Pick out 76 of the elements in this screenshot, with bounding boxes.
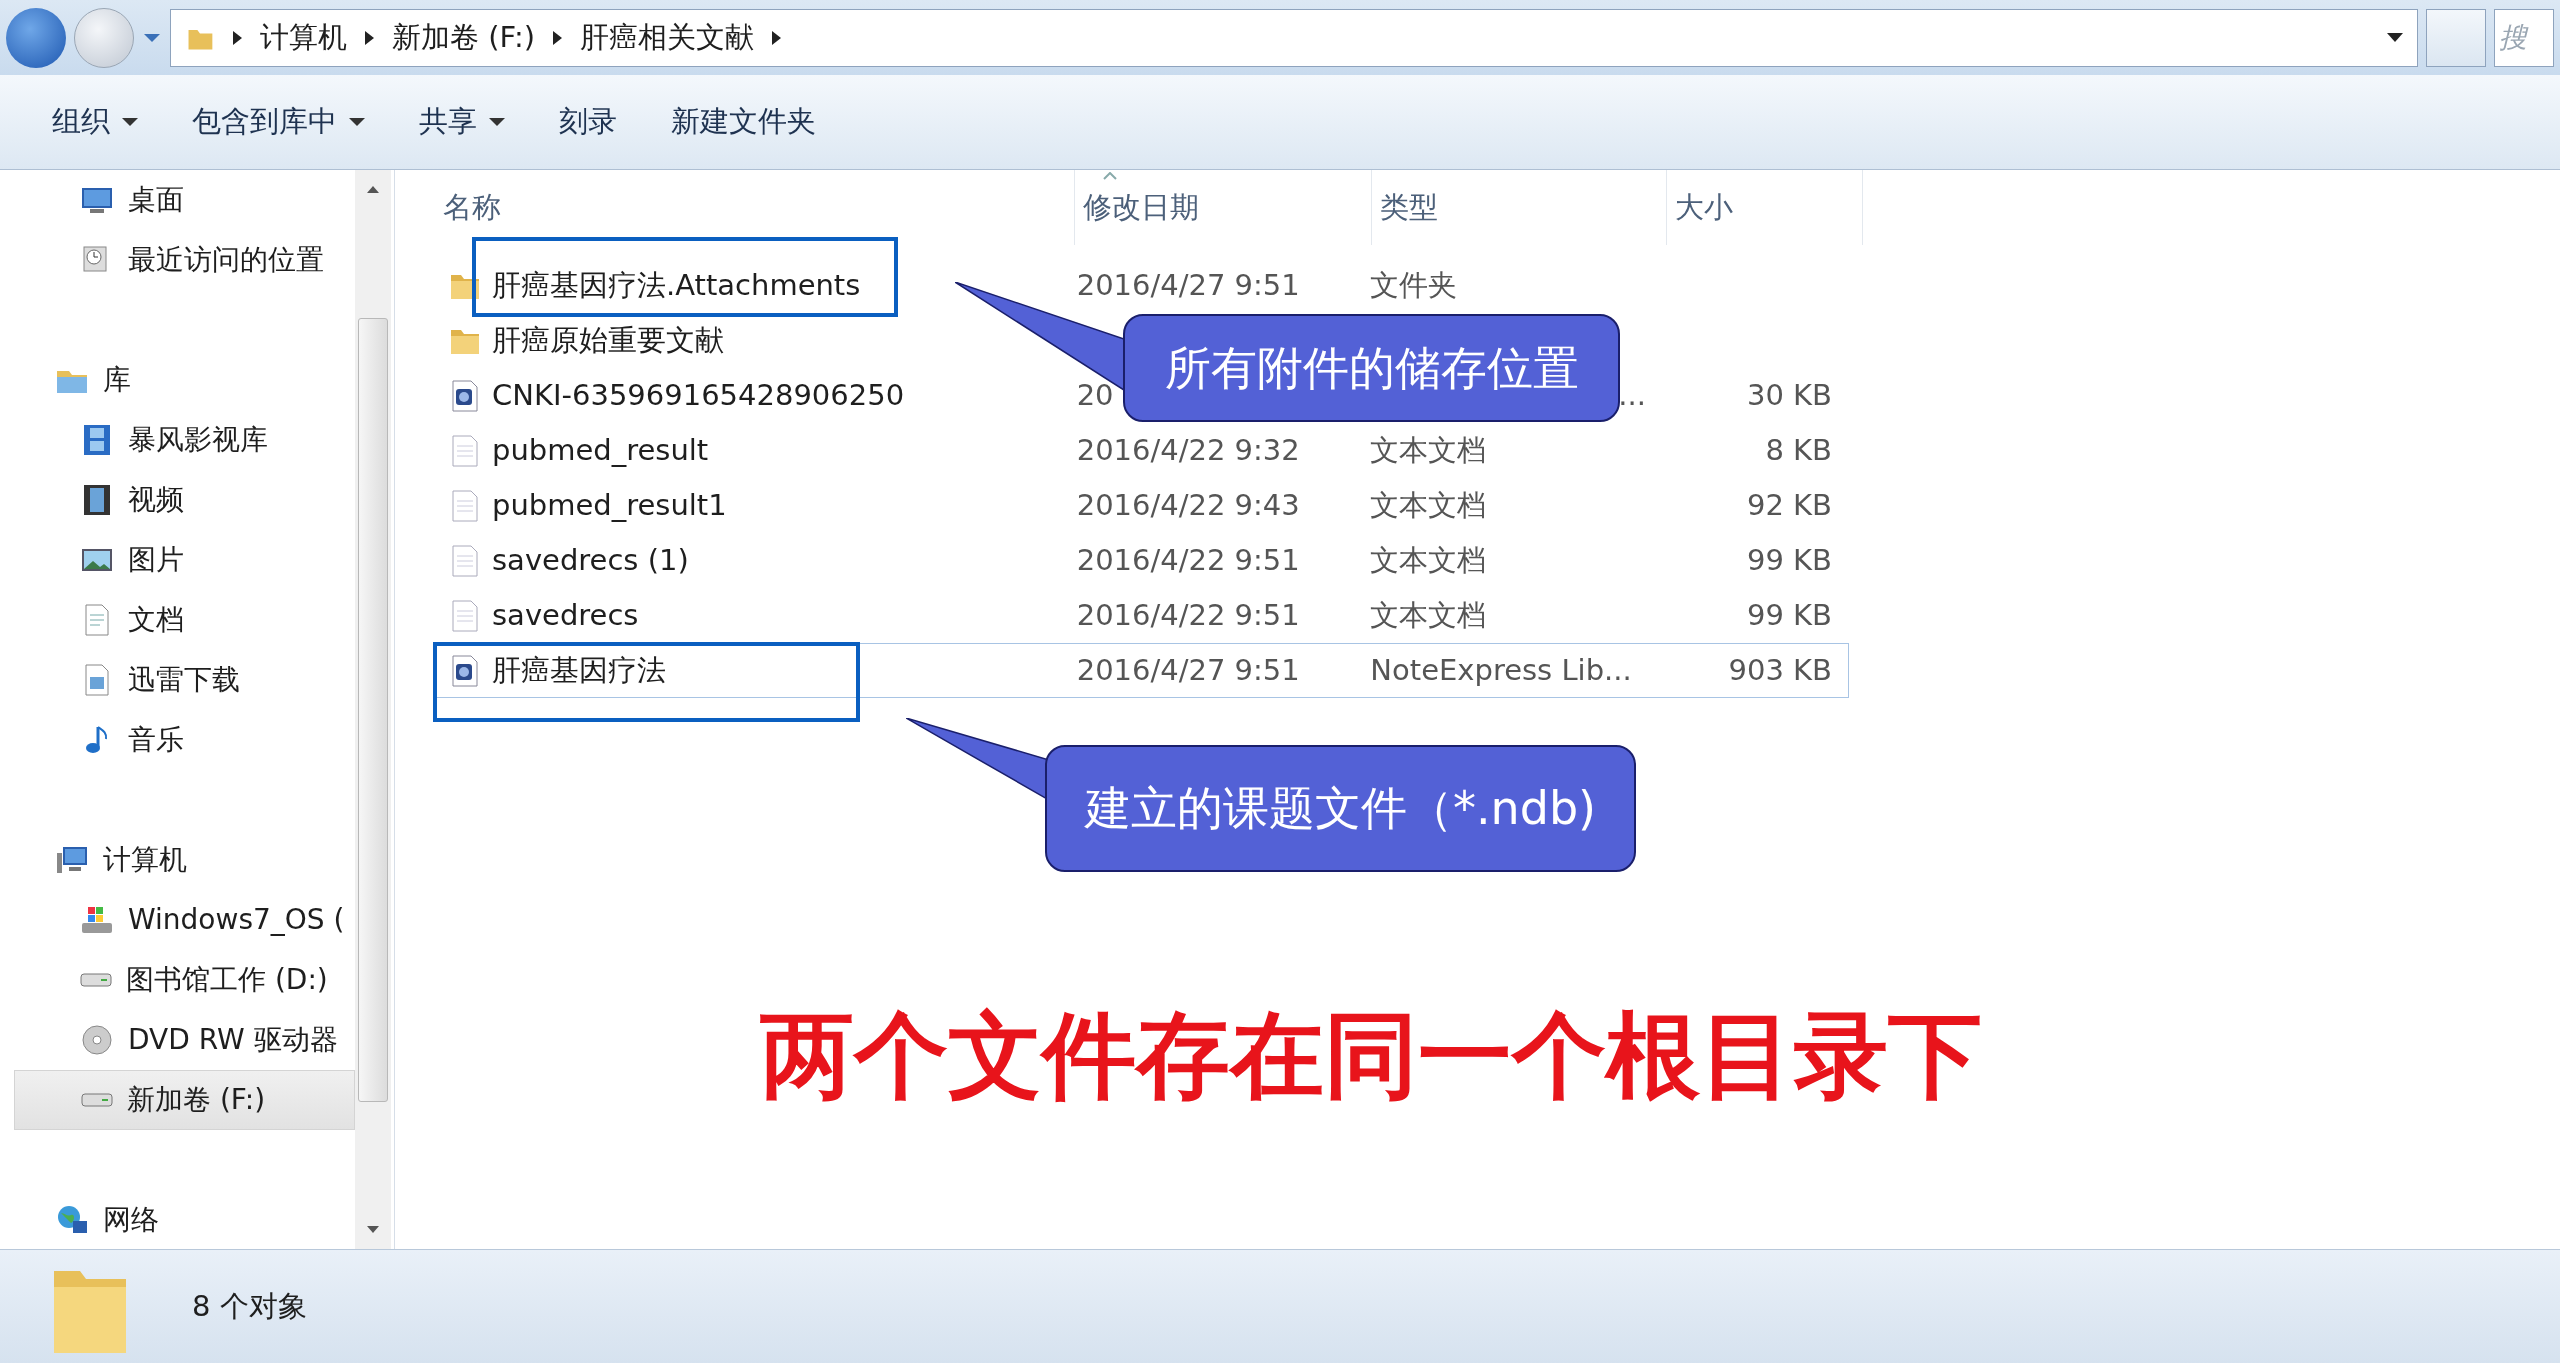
- file-date: 2016/4/27 9:51: [1076, 652, 1300, 687]
- sidebar-item[interactable]: 图片: [0, 530, 355, 590]
- sidebar-item[interactable]: 迅雷下载: [0, 650, 355, 710]
- file-size: 99 KB: [1746, 542, 1832, 577]
- file-type: 文件夹: [1370, 267, 1458, 302]
- file-name[interactable]: CNKI-635969165428906250: [492, 373, 905, 418]
- dropdown-icon: [2387, 33, 2403, 42]
- scroll-up-icon[interactable]: [365, 184, 381, 194]
- file-size: 30 KB: [1746, 377, 1832, 412]
- file-date: 2016/4/22 9:51: [1076, 542, 1300, 577]
- breadcrumb[interactable]: 新加卷 (F:): [392, 15, 536, 60]
- toolbar-button[interactable]: 刻录: [559, 100, 617, 144]
- sidebar-item[interactable]: 视频: [0, 470, 355, 530]
- file-type: 文本文档: [1370, 432, 1487, 467]
- file-type: 文本文档: [1370, 487, 1487, 522]
- toolbar-button[interactable]: 共享: [419, 100, 505, 144]
- caret-icon: [349, 118, 365, 126]
- search-field[interactable]: 搜: [2494, 8, 2554, 67]
- sidebar-item[interactable]: 暴风影视库: [0, 410, 355, 470]
- caret-icon: [122, 118, 138, 126]
- caption-text: 两个文件存在同一个根目录下: [760, 1000, 1982, 1112]
- file-name[interactable]: 肝癌原始重要文献: [492, 318, 724, 363]
- column-header[interactable]: 名称: [435, 170, 1075, 245]
- chevron-right-icon: [772, 30, 782, 45]
- address-bar[interactable]: 计算机 新加卷 (F:) 肝癌相关文献: [170, 8, 2418, 67]
- scrollbar[interactable]: [355, 170, 391, 1249]
- sidebar-item[interactable]: 计算机: [0, 830, 355, 890]
- file-name[interactable]: pubmed_result: [492, 428, 709, 473]
- file-type: 文本文档: [1370, 597, 1487, 632]
- file-name[interactable]: pubmed_result1: [492, 483, 727, 528]
- sidebar-item[interactable]: 音乐: [0, 710, 355, 770]
- file-size: 8 KB: [1765, 432, 1832, 467]
- file-size: 92 KB: [1746, 487, 1832, 522]
- file-type: 文本文档: [1370, 542, 1487, 577]
- toolbar-button[interactable]: 新建文件夹: [671, 100, 816, 144]
- drive-icon: [80, 973, 112, 987]
- sidebar-item[interactable]: 网络: [0, 1190, 355, 1249]
- caret-icon: [489, 118, 505, 126]
- breadcrumb[interactable]: 肝癌相关文献: [580, 15, 755, 60]
- toolbar-button[interactable]: 包含到库中: [192, 100, 365, 144]
- file-date: 2016/4/22 9:43: [1076, 487, 1300, 522]
- file-name[interactable]: savedrecs (1): [492, 538, 689, 583]
- scroll-down-icon[interactable]: [365, 1225, 381, 1235]
- sidebar-item[interactable]: 桌面: [0, 170, 355, 230]
- sidebar-item[interactable]: 图书馆工作 (D:): [0, 950, 355, 1010]
- sidebar-item[interactable]: DVD RW 驱动器: [0, 1010, 355, 1070]
- file-date: 2016/4/22 9:51: [1076, 597, 1300, 632]
- disc-icon: [80, 1023, 114, 1057]
- status-text: 8 个对象: [192, 1287, 307, 1325]
- chevron-right-icon: [365, 30, 374, 45]
- file-name[interactable]: 肝癌基因疗法.Attachments: [492, 263, 861, 308]
- column-header[interactable]: 大小: [1667, 170, 1863, 245]
- file-date: 2016/4/22 9:32: [1076, 432, 1300, 467]
- scrollbar-thumb[interactable]: [358, 318, 388, 1102]
- chevron-right-icon: [233, 30, 242, 45]
- toolbar-button[interactable]: 组织: [52, 100, 138, 144]
- sidebar-item[interactable]: 文档: [0, 590, 355, 650]
- sidebar-item[interactable]: Windows7_OS (: [0, 890, 355, 950]
- file-name[interactable]: savedrecs: [492, 593, 639, 638]
- sidebar-item[interactable]: 库: [0, 350, 355, 410]
- breadcrumb[interactable]: 计算机: [260, 15, 347, 60]
- column-header[interactable]: 类型: [1372, 170, 1667, 245]
- drive-icon: [81, 1093, 113, 1107]
- file-size: 99 KB: [1746, 597, 1832, 632]
- callout-text: 建立的课题文件（*.ndb): [1045, 745, 1636, 872]
- column-header[interactable]: 修改日期: [1075, 170, 1372, 245]
- sidebar-item[interactable]: 新加卷 (F:): [14, 1070, 355, 1130]
- file-type: ...: [1618, 377, 1646, 412]
- file-date: 20: [1076, 377, 1114, 412]
- chevron-right-icon: [553, 30, 563, 45]
- sidebar-item[interactable]: 最近访问的位置: [0, 230, 355, 290]
- file-type: NoteExpress Lib...: [1370, 652, 1632, 687]
- file-name[interactable]: 肝癌基因疗法: [492, 648, 666, 693]
- file-size: 903 KB: [1728, 652, 1832, 687]
- refresh-button[interactable]: [2426, 8, 2486, 67]
- file-date: 2016/4/27 9:51: [1076, 267, 1300, 302]
